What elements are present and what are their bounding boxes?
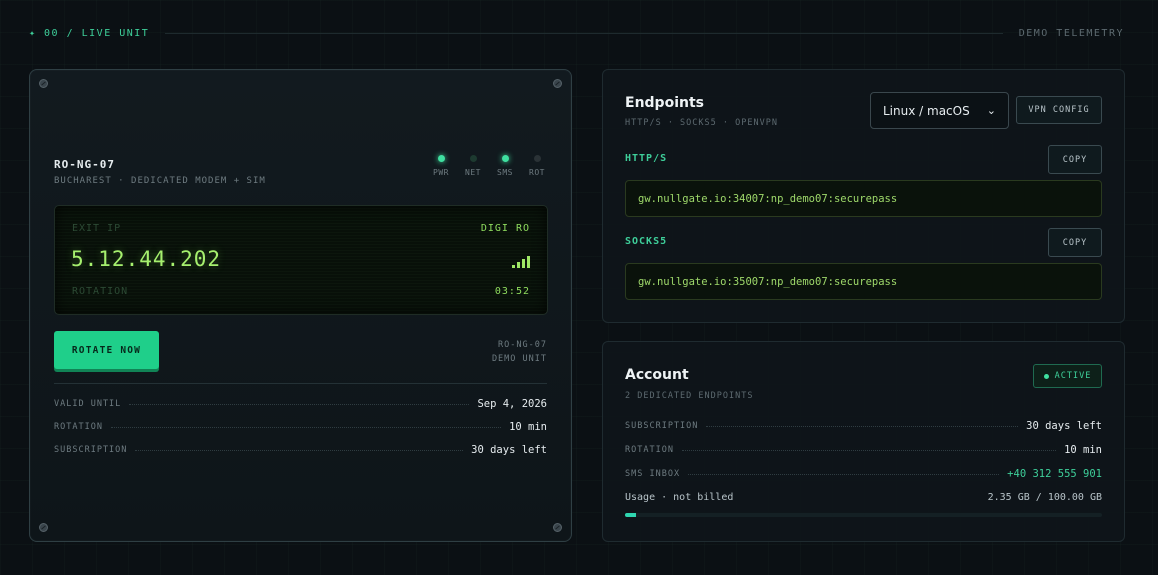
exit-ip-label: EXIT IP <box>72 223 122 234</box>
copy-http-button[interactable]: COPY <box>1048 145 1102 174</box>
account-subtitle: 2 DEDICATED ENDPOINTS <box>625 391 754 401</box>
led-indicator-icon <box>501 155 509 162</box>
unit-subtitle: BUCHAREST · DEDICATED MODEM + SIM <box>54 176 266 186</box>
account-panel: Account 2 DEDICATED ENDPOINTS ACTIVE SUB… <box>602 341 1125 542</box>
exit-ip-value: 5.12.44.202 <box>71 247 222 271</box>
copy-socks5-button[interactable]: COPY <box>1048 228 1102 257</box>
sms-inbox-number[interactable]: +40 312 555 901 <box>1007 468 1102 480</box>
os-select[interactable]: Linux / macOS ⌄ <box>870 92 1009 129</box>
led-indicator-icon <box>469 155 477 162</box>
socks5-endpoint-label: SOCKS5 <box>625 236 668 247</box>
status-badge: ACTIVE <box>1033 364 1102 388</box>
led-pwr: PWR <box>431 155 451 177</box>
spec-row-subscription: SUBSCRIPTION 30 days left <box>54 444 547 456</box>
led-indicator-icon <box>437 155 445 162</box>
top-bar: ✦ 00 / LIVE UNIT DEMO TELEMETRY <box>29 26 1124 40</box>
led-rot: ROT <box>527 155 547 177</box>
led-indicator-icon <box>533 155 541 162</box>
device-unit-card: RO-NG-07 BUCHAREST · DEDICATED MODEM + S… <box>29 69 572 542</box>
screw-icon <box>39 79 48 88</box>
top-divider <box>165 32 1003 34</box>
account-row-sms-inbox: SMS INBOX +40 312 555 901 <box>625 468 1102 480</box>
endpoints-subtitle: HTTP/S · SOCKS5 · OPENVPN <box>625 118 778 128</box>
endpoints-title: Endpoints <box>625 95 704 111</box>
signal-icon <box>512 256 530 268</box>
vpn-config-button[interactable]: VPN CONFIG <box>1016 96 1102 124</box>
unit-divider <box>54 383 547 384</box>
usage-row: Usage · not billed 2.35 GB / 100.00 GB <box>625 492 1102 503</box>
unit-name: RO-NG-07 <box>54 158 115 171</box>
screw-icon <box>39 523 48 532</box>
usage-progress-bar <box>625 513 1102 517</box>
led-sms: SMS <box>495 155 515 177</box>
usage-progress-fill <box>625 513 637 517</box>
unit-tag: RO-NG-07 DEMO UNIT <box>491 340 547 364</box>
http-endpoint-label: HTTP/S <box>625 153 668 164</box>
endpoints-panel: Endpoints HTTP/S · SOCKS5 · OPENVPN Linu… <box>602 69 1125 323</box>
lcd-display: EXIT IP DIGI RO 5.12.44.202 ROTATION 03:… <box>54 205 548 315</box>
rotation-timer: 03:52 <box>494 286 530 297</box>
demo-telemetry-label: DEMO TELEMETRY <box>1018 27 1124 39</box>
usage-label: Usage · not billed <box>625 492 734 503</box>
spec-row-rotation: ROTATION 10 min <box>54 421 547 433</box>
account-row-rotation: ROTATION 10 min <box>625 444 1102 456</box>
status-dot-icon <box>1043 373 1049 379</box>
account-title: Account <box>625 367 689 383</box>
usage-value: 2.35 GB / 100.00 GB <box>987 492 1102 503</box>
led-net: NET <box>463 155 483 177</box>
status-leds: PWR NET SMS ROT <box>431 155 547 177</box>
account-row-subscription: SUBSCRIPTION 30 days left <box>625 420 1102 432</box>
spec-row-valid-until: VALID UNTIL Sep 4, 2026 <box>54 398 547 410</box>
screw-icon <box>553 523 562 532</box>
socks5-endpoint-field[interactable]: gw.nullgate.io:35007:np_demo07:securepas… <box>625 263 1102 300</box>
rotate-now-button[interactable]: ROTATE NOW <box>54 331 159 369</box>
chevron-down-icon: ⌄ <box>986 104 996 117</box>
carrier-name: DIGI RO <box>480 223 530 234</box>
screw-icon <box>553 79 562 88</box>
rotation-label: ROTATION <box>72 286 129 297</box>
live-unit-label: ✦ 00 / LIVE UNIT <box>29 27 150 39</box>
http-endpoint-field[interactable]: gw.nullgate.io:34007:np_demo07:securepas… <box>625 180 1102 217</box>
